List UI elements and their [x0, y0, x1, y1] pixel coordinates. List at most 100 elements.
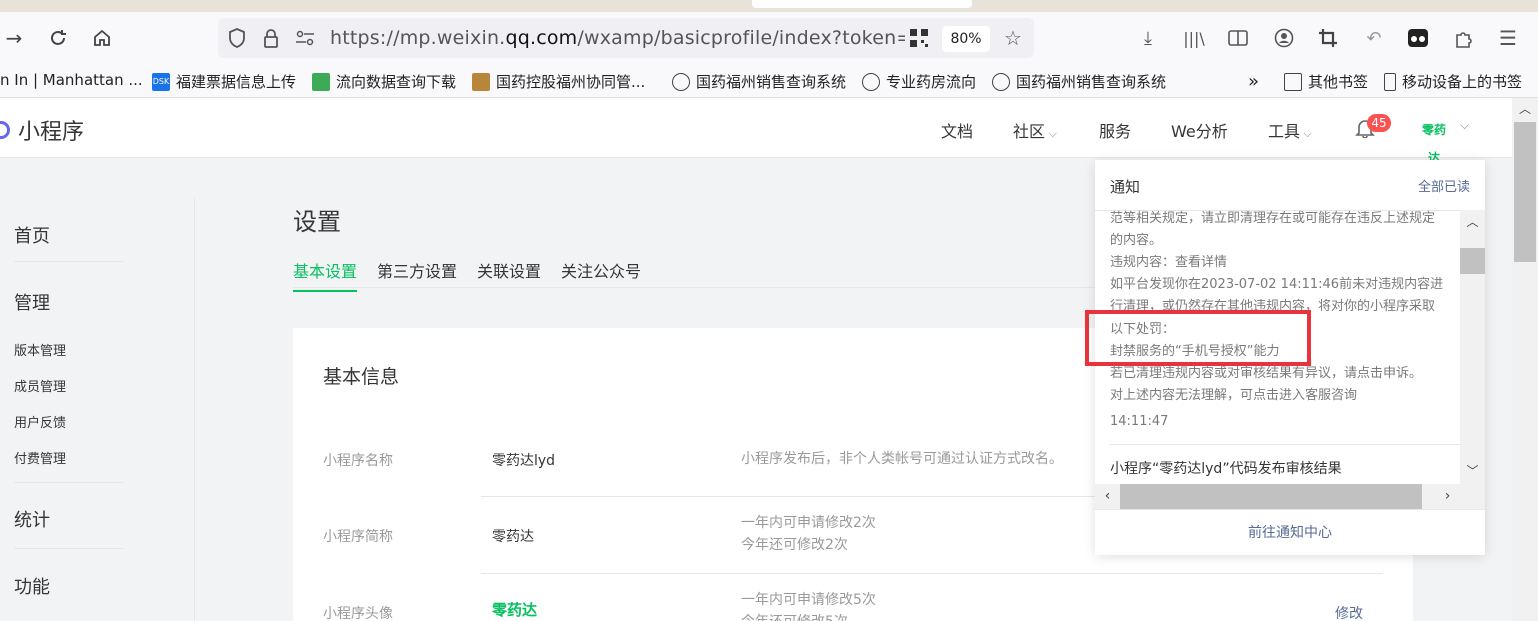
modify-avatar-link[interactable]: 修改: [1335, 603, 1363, 621]
nav-we-analysis[interactable]: We分析: [1171, 118, 1228, 142]
nav-services[interactable]: 服务: [1099, 118, 1131, 142]
row-desc: 一年内可申请修改5次: [741, 592, 876, 608]
nav-tools[interactable]: 工具 ⌵: [1268, 118, 1312, 142]
notification-text: 如平台发现你在2023-07-02 14:11:46前未对违规内容进: [1110, 277, 1444, 292]
notification-horizontal-scrollbar[interactable]: ‹ ›: [1095, 484, 1485, 509]
extensions-puzzle-icon[interactable]: [1452, 24, 1476, 52]
bookmark-item[interactable]: n In | Manhattan ...: [0, 71, 143, 89]
mobile-icon: [1384, 72, 1396, 91]
sidebar-item-billing[interactable]: 付费管理: [14, 448, 66, 467]
scroll-right-icon[interactable]: ›: [1435, 484, 1460, 509]
go-to-notification-center-link[interactable]: 前往通知中心: [1095, 509, 1485, 555]
globe-icon: [992, 72, 1010, 91]
scroll-up-icon[interactable]: ︿: [1460, 210, 1485, 235]
menu-hamburger-icon[interactable]: ☰: [1496, 24, 1520, 52]
notification-title: 通知: [1110, 178, 1141, 196]
globe-icon: [862, 72, 880, 91]
sidebar-item-members[interactable]: 成员管理: [14, 376, 66, 395]
row-label: 小程序名称: [323, 453, 393, 469]
tab-strip: [0, 0, 1538, 12]
reader-view-icon[interactable]: [1226, 24, 1250, 52]
avatar[interactable]: 零药达: [1418, 116, 1450, 165]
qr-code-icon[interactable]: [908, 27, 930, 49]
support-text[interactable]: 对上述内容无法理解，可点击进入客服咨询: [1110, 384, 1357, 403]
account-chevron-icon[interactable]: ⌵: [1460, 118, 1469, 133]
row-label: 小程序头像: [323, 606, 393, 621]
sidebar-item-stats[interactable]: 统计: [14, 506, 50, 532]
page-scrollbar[interactable]: ︿: [1512, 98, 1538, 621]
item-divider: [1110, 444, 1460, 445]
bookmark-folder[interactable]: 其他书签: [1284, 71, 1368, 92]
page-title: 设置: [293, 208, 341, 236]
sidebar-item-feedback[interactable]: 用户反馈: [14, 412, 66, 431]
zoom-level[interactable]: 80%: [942, 26, 990, 52]
row-divider: [481, 573, 1383, 574]
scroll-up-icon[interactable]: ︿: [1512, 98, 1538, 120]
scroll-thumb[interactable]: [1460, 248, 1485, 274]
sidebar: 首页 管理 版本管理 成员管理 用户反馈 付费管理 统计 功能: [0, 198, 195, 621]
home-icon[interactable]: [88, 24, 116, 52]
browser-toolbar: → https://mp.weixin.qq.com/wxamp/basicpr…: [0, 12, 1538, 64]
crop-icon[interactable]: [1316, 24, 1340, 52]
folder-icon: [1284, 72, 1302, 91]
star-icon[interactable]: ☆: [1002, 26, 1024, 50]
bookmark-folder[interactable]: 移动设备上的书签: [1384, 71, 1522, 92]
shield-icon[interactable]: [226, 27, 248, 49]
active-tab[interactable]: [752, 0, 972, 8]
notification-item-title[interactable]: 小程序“零药达lyd”代码发布审核结果: [1110, 458, 1342, 478]
url-text[interactable]: https://mp.weixin.qq.com/wxamp/basicprof…: [330, 27, 905, 49]
sidebar-item-manage[interactable]: 管理: [14, 289, 50, 315]
notification-text: 范等相关规定，请立即清理存在或可能存在违反上述规定: [1110, 211, 1436, 226]
bookmark-item[interactable]: 国药福州销售查询系统: [672, 71, 846, 92]
scroll-thumb[interactable]: [1120, 484, 1422, 509]
bookmark-item[interactable]: 流向数据查询下载: [312, 71, 456, 92]
sidebar-item-features[interactable]: 功能: [14, 573, 50, 599]
mini-program-avatar: 零药达: [492, 601, 538, 619]
row-label: 小程序简称: [323, 529, 393, 545]
dsk-favicon-icon: DSK: [152, 72, 170, 91]
row-desc-2: 今年还可修改2次: [741, 537, 848, 553]
nav-docs[interactable]: 文档: [941, 118, 973, 142]
sidebar-divider: [14, 548, 124, 549]
scroll-down-icon[interactable]: ﹀: [1460, 459, 1485, 484]
extension-dark-icon[interactable]: [1406, 24, 1430, 52]
bookmark-item[interactable]: 国药福州销售查询系统: [992, 71, 1166, 92]
download-icon[interactable]: ⤓: [1136, 24, 1160, 52]
bookmarks-bar: n In | Manhattan ... DSK 福建票据信息上传 流向数据查询下…: [0, 64, 1538, 98]
nav-community[interactable]: 社区 ⌵: [1013, 118, 1057, 142]
library-icon[interactable]: |||\: [1182, 24, 1206, 52]
more-bookmarks-icon[interactable]: »: [1248, 71, 1259, 92]
row-desc: 一年内可申请修改2次: [741, 515, 876, 531]
app-logo[interactable]: 小程序: [0, 114, 84, 146]
sidebar-item-version[interactable]: 版本管理: [14, 340, 66, 359]
site-favicon-icon: [312, 72, 330, 91]
lock-icon[interactable]: [260, 27, 282, 49]
reload-icon[interactable]: [44, 24, 72, 52]
bookmark-item[interactable]: 专业药房流向: [862, 71, 976, 92]
sidebar-divider: [14, 482, 124, 483]
row-desc: 小程序发布后，非个人类帐号可通过认证方式改名。: [741, 451, 1063, 467]
scroll-left-icon[interactable]: ‹: [1095, 484, 1120, 509]
highlight-annotation-box: [1085, 310, 1311, 366]
logo-mark-icon: [0, 121, 10, 139]
forward-icon[interactable]: →: [0, 24, 28, 52]
notification-text: 的内容。: [1110, 233, 1163, 248]
sidebar-divider: [14, 261, 124, 262]
account-icon[interactable]: [1272, 24, 1296, 52]
sidebar-item-home[interactable]: 首页: [14, 222, 50, 248]
site-favicon-icon: [472, 72, 490, 91]
violation-details-link[interactable]: 违规内容：查看详情: [1110, 251, 1227, 270]
card-title: 基本信息: [323, 366, 400, 388]
row-value: 零药达: [492, 529, 534, 545]
notification-vertical-scrollbar[interactable]: ︿ ﹀: [1460, 210, 1485, 484]
bookmark-item[interactable]: 国药控股福州协同管...: [472, 71, 645, 92]
notification-time: 14:11:47: [1110, 414, 1169, 429]
chevron-down-icon: ⌵: [1300, 127, 1312, 140]
scroll-thumb[interactable]: [1514, 122, 1536, 262]
address-bar[interactable]: https://mp.weixin.qq.com/wxamp/basicprof…: [218, 18, 1034, 58]
mark-all-read-button[interactable]: 全部已读: [1418, 176, 1470, 195]
row-value: 零药达lyd: [492, 453, 556, 469]
site-permissions-icon[interactable]: [294, 27, 316, 49]
bookmark-item[interactable]: DSK 福建票据信息上传: [152, 71, 296, 92]
undo-icon[interactable]: ↶: [1362, 24, 1386, 52]
